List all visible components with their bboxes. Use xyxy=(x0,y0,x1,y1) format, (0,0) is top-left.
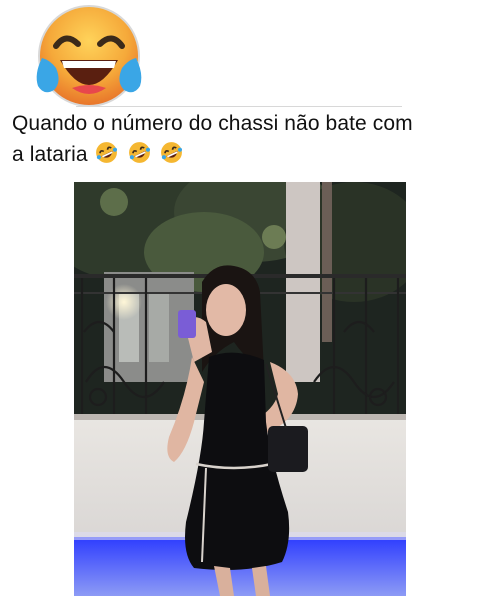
divider xyxy=(76,106,402,107)
video-still-image xyxy=(74,182,406,596)
video-frame[interactable] xyxy=(74,182,406,596)
face-with-tears-of-joy-icon xyxy=(32,2,146,110)
rolling-on-floor-laughing-icon xyxy=(95,142,117,163)
caption-line-1: Quando o número do chassi não bate com xyxy=(12,112,413,135)
rolling-on-floor-laughing-icon xyxy=(161,142,183,163)
caption-emojis xyxy=(94,140,187,174)
rolling-on-floor-laughing-icon xyxy=(128,142,150,163)
caption-line-2-text: a lataria xyxy=(12,143,88,166)
caption-line-2: a lataria xyxy=(12,139,472,174)
post-caption: Quando o número do chassi não bate com a… xyxy=(12,108,472,174)
